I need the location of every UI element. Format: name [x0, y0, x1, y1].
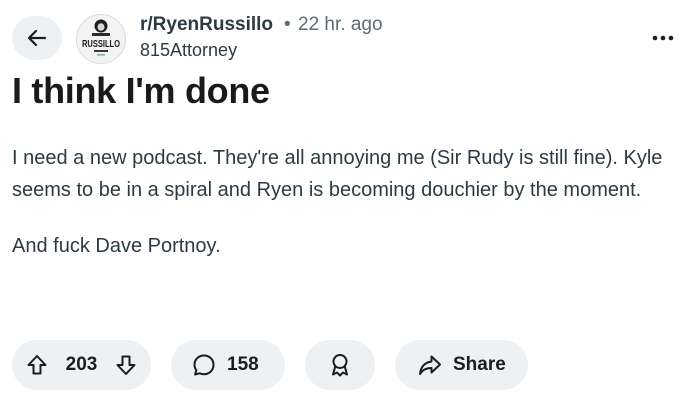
post-paragraph: I need a new podcast. They're all annoyi…	[12, 147, 663, 201]
post-paragraph: And fuck Dave Portnoy.	[12, 235, 221, 257]
share-button[interactable]: Share	[395, 340, 528, 390]
downvote-arrow-icon	[116, 355, 136, 375]
community-logo-text: RUSSILLO	[82, 39, 120, 50]
post-body: I need a new podcast. They're all annoyi…	[12, 142, 672, 262]
meta-separator: •	[284, 14, 291, 35]
post-timestamp: 22 hr. ago	[298, 14, 383, 35]
author-link[interactable]: 815Attorney	[140, 40, 237, 61]
award-ribbon-icon	[332, 354, 348, 377]
community-logo: RUSSILLO	[77, 15, 125, 63]
vote-bar: 203	[12, 340, 151, 390]
comment-bubble-icon	[193, 354, 215, 376]
comment-count: 158	[227, 354, 259, 375]
arrow-left-icon	[27, 29, 47, 47]
share-icon-wrap	[417, 353, 443, 377]
downvote-button[interactable]	[111, 350, 141, 380]
more-horizontal-icon	[652, 35, 674, 41]
subreddit-link[interactable]: r/RyenRussillo	[140, 14, 273, 36]
upvote-arrow-icon	[27, 355, 47, 375]
award-button[interactable]	[305, 340, 375, 390]
vote-score: 203	[65, 354, 98, 375]
more-options-button[interactable]	[648, 24, 678, 52]
post-title: I think I'm done	[12, 70, 270, 111]
back-button[interactable]	[12, 16, 62, 60]
community-avatar[interactable]: RUSSILLO	[76, 14, 126, 64]
share-label: Share	[453, 354, 506, 375]
share-arrow-icon	[419, 355, 441, 375]
upvote-button[interactable]	[22, 350, 52, 380]
comments-button[interactable]: 158	[171, 340, 285, 390]
comment-icon-wrap	[191, 352, 217, 378]
